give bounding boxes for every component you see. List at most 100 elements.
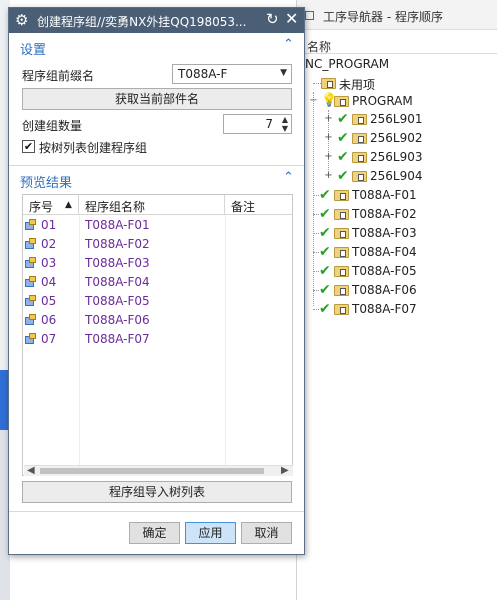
footer-divider [9, 511, 304, 512]
tree-item-256l904[interactable]: + ✔ 256L904 [297, 167, 497, 186]
check-icon: ✔ [319, 244, 331, 260]
tree-item-t088a-f04[interactable]: ✔ T088A-F04 [297, 243, 497, 262]
count-value: 7 [265, 117, 273, 131]
dialog-title: 创建程序组//奕勇NX外挂QQ198053... [37, 15, 247, 29]
sort-asc-icon: ▲ [65, 200, 72, 210]
check-icon: ✔ [319, 206, 331, 222]
folder-icon [334, 228, 349, 239]
table-row[interactable]: 06 T088A-F06 [23, 311, 292, 330]
column-header-group-name[interactable]: 程序组名称 [79, 195, 225, 215]
horizontal-scrollbar[interactable]: ◀ ▶ [24, 465, 293, 476]
check-icon: ✔ [319, 301, 331, 317]
create-by-tree-label: 按树列表创建程序组 [39, 141, 148, 155]
program-group-icon [25, 276, 37, 287]
settings-section-title: 设置 [20, 43, 47, 58]
preview-section-title: 预览结果 [20, 176, 73, 191]
cancel-button[interactable]: 取消 [241, 522, 292, 544]
folder-icon [352, 171, 367, 182]
stepper-up-icon[interactable]: ▲ [282, 115, 288, 124]
tree-item-t088a-f05[interactable]: ✔ T088A-F05 [297, 262, 497, 281]
folder-icon [321, 78, 336, 89]
expand-icon[interactable]: + [324, 152, 333, 162]
preview-section-header[interactable]: 预览结果 ⌃ [9, 168, 304, 191]
apply-button[interactable]: 应用 [185, 522, 236, 544]
tree-item-256l903[interactable]: + ✔ 256L903 [297, 148, 497, 167]
import-to-tree-button[interactable]: 程序组导入树列表 [22, 481, 292, 503]
table-row[interactable]: 02 T088A-F02 [23, 235, 292, 254]
column-header-index[interactable]: 序号 ▲ [23, 195, 79, 215]
check-icon: ✔ [319, 282, 331, 298]
prefix-label: 程序组前缀名 [22, 69, 95, 83]
operation-navigator: 工序导航器 - 程序顺序 名称 NC_PROGRAM 未用项 − 💡 PROGR… [296, 0, 497, 600]
navigator-pin-icon[interactable] [305, 11, 314, 20]
prefix-select[interactable]: T088A-F ▼ [172, 64, 292, 84]
program-group-icon [25, 238, 37, 249]
tree-item-nc-program[interactable]: NC_PROGRAM [297, 55, 497, 74]
table-row[interactable]: 04 T088A-F04 [23, 273, 292, 292]
folder-icon [334, 190, 349, 201]
column-header-note[interactable]: 备注 [225, 195, 292, 215]
stepper-down-icon[interactable]: ▼ [282, 124, 288, 133]
scrollbar-thumb[interactable] [40, 468, 264, 474]
folder-icon [334, 209, 349, 220]
check-icon: ✔ [319, 263, 331, 279]
table-row[interactable]: 05 T088A-F05 [23, 292, 292, 311]
program-group-icon [25, 219, 37, 230]
count-label: 创建组数量 [22, 119, 83, 133]
tree-item-t088a-f07[interactable]: ✔ T088A-F07 [297, 300, 497, 319]
chevron-up-icon[interactable]: ⌃ [283, 170, 294, 185]
table-row[interactable]: 01 T088A-F01 [23, 216, 292, 235]
expand-icon[interactable]: + [324, 133, 333, 143]
expand-icon[interactable]: + [324, 114, 333, 124]
reset-icon[interactable]: ↻ [266, 10, 279, 28]
folder-icon [334, 304, 349, 315]
tree-item-t088a-f06[interactable]: ✔ T088A-F06 [297, 281, 497, 300]
program-group-icon [25, 314, 37, 325]
folder-icon [352, 114, 367, 125]
tree-item-t088a-f02[interactable]: ✔ T088A-F02 [297, 205, 497, 224]
navigator-titlebar: 工序导航器 - 程序顺序 [297, 0, 497, 30]
create-program-group-dialog: ⚙ 创建程序组//奕勇NX外挂QQ198053... ↻ ✕ 设置 ⌃ 程序组前… [8, 7, 305, 555]
folder-icon [334, 96, 349, 107]
count-stepper[interactable]: 7 ▲ ▼ [223, 114, 292, 134]
get-part-name-button[interactable]: 获取当前部件名 [22, 88, 292, 110]
dialog-titlebar[interactable]: ⚙ 创建程序组//奕勇NX外挂QQ198053... ↻ ✕ [9, 8, 304, 33]
tree-item-256l901[interactable]: + ✔ 256L901 [297, 110, 497, 129]
collapse-icon[interactable]: − [309, 96, 318, 106]
tree-item-unused[interactable]: 未用项 [297, 74, 497, 93]
table-row[interactable]: 03 T088A-F03 [23, 254, 292, 273]
folder-icon [334, 247, 349, 258]
chevron-up-icon[interactable]: ⌃ [283, 37, 294, 52]
program-group-icon [25, 257, 37, 268]
check-icon: ✔ [319, 187, 331, 203]
check-icon: ✔ [319, 225, 331, 241]
check-icon: ✔ [337, 130, 349, 146]
table-row[interactable]: 07 T088A-F07 [23, 330, 292, 349]
scroll-left-icon[interactable]: ◀ [27, 465, 35, 476]
tree-item-256l902[interactable]: + ✔ 256L902 [297, 129, 497, 148]
ok-button[interactable]: 确定 [129, 522, 180, 544]
tree-item-program[interactable]: − 💡 PROGRAM [297, 92, 497, 111]
folder-icon [352, 133, 367, 144]
check-icon: ✔ [337, 168, 349, 184]
navigator-column-header[interactable]: 名称 [297, 36, 497, 54]
program-group-icon [25, 295, 37, 306]
navigator-column-name: 名称 [307, 40, 332, 54]
create-by-tree-checkbox[interactable]: ✔ [22, 140, 35, 153]
close-icon[interactable]: ✕ [285, 9, 298, 28]
tree-item-t088a-f03[interactable]: ✔ T088A-F03 [297, 224, 497, 243]
check-icon: ✔ [337, 111, 349, 127]
prefix-value: T088A-F [178, 67, 228, 81]
expand-icon[interactable]: + [324, 171, 333, 181]
scroll-right-icon[interactable]: ▶ [281, 465, 289, 476]
folder-icon [352, 152, 367, 163]
navigator-title: 工序导航器 - 程序顺序 [323, 10, 443, 24]
folder-icon [334, 266, 349, 277]
gear-icon: ⚙ [15, 11, 29, 29]
folder-icon [334, 285, 349, 296]
chevron-down-icon: ▼ [280, 68, 287, 78]
check-icon: ✔ [337, 149, 349, 165]
section-divider [9, 165, 304, 166]
tree-item-t088a-f01[interactable]: ✔ T088A-F01 [297, 186, 497, 205]
settings-section-header[interactable]: 设置 ⌃ [9, 35, 304, 58]
